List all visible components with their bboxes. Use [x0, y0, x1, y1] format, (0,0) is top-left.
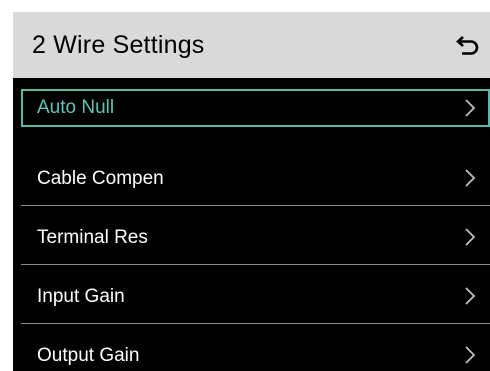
menu-item-cable-compen[interactable]: Cable Compen — [21, 147, 490, 206]
menu-item-label: Auto Null — [37, 97, 115, 118]
chevron-right-icon — [464, 227, 476, 247]
menu-item-auto-null[interactable]: Auto Null — [21, 89, 490, 127]
title-bar: 2 Wire Settings — [13, 12, 490, 78]
menu-item-terminal-res[interactable]: Terminal Res — [21, 206, 490, 265]
device-screen: 2 Wire Settings Auto Null Cable Compen T… — [13, 12, 490, 371]
back-arrow-icon — [456, 36, 479, 55]
menu-item-input-gain[interactable]: Input Gain — [21, 265, 490, 324]
chevron-right-icon — [464, 286, 476, 306]
menu-item-label: Output Gain — [37, 345, 140, 366]
menu-item-label: Terminal Res — [37, 227, 148, 248]
chevron-right-icon — [464, 98, 476, 118]
menu-item-label: Cable Compen — [37, 168, 164, 189]
menu-item-label: Input Gain — [37, 286, 125, 307]
chevron-right-icon — [464, 345, 476, 365]
settings-menu: Auto Null Cable Compen Terminal Res Inpu… — [21, 89, 490, 371]
menu-item-output-gain[interactable]: Output Gain — [21, 324, 490, 371]
chevron-right-icon — [464, 168, 476, 188]
page-title: 2 Wire Settings — [32, 31, 205, 59]
back-button[interactable] — [454, 31, 482, 59]
